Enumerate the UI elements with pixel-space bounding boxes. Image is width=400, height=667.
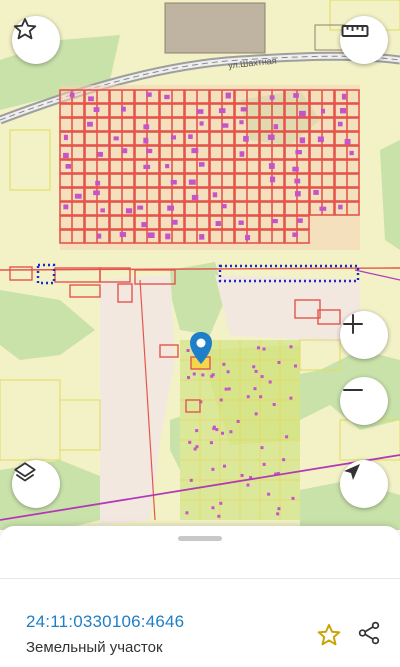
info-bottom-sheet[interactable]: 24:11:0330106:4646 Земельный участок: [0, 526, 400, 667]
layers-button[interactable]: [12, 460, 60, 508]
zone-pale: [100, 275, 175, 525]
star-outline-icon: [317, 624, 341, 646]
favorite-button[interactable]: [12, 16, 60, 64]
zoom-in-button[interactable]: [340, 311, 388, 359]
minus-icon: [343, 389, 363, 391]
layers-icon: [14, 462, 36, 482]
map-pin-icon[interactable]: [189, 331, 213, 365]
cadastral-number[interactable]: 24:11:0330106:4646: [26, 612, 184, 632]
locate-button[interactable]: [340, 460, 388, 508]
ruler-icon: [341, 25, 369, 37]
sheet-favorite-button[interactable]: [312, 618, 346, 652]
navigation-arrow-icon: [344, 464, 360, 480]
share-icon: [358, 621, 380, 645]
map-view[interactable]: ул.Шахтная: [0, 0, 400, 530]
zoom-out-button[interactable]: [340, 377, 388, 425]
share-button[interactable]: [352, 616, 386, 650]
property-type: Земельный участок: [26, 639, 163, 656]
ruler-button[interactable]: [340, 16, 388, 64]
plus-icon: [343, 314, 363, 334]
map-canvas: [0, 0, 400, 530]
star-outline-icon: [13, 18, 37, 40]
sheet-drag-handle[interactable]: [178, 536, 222, 541]
divider: [0, 578, 400, 579]
